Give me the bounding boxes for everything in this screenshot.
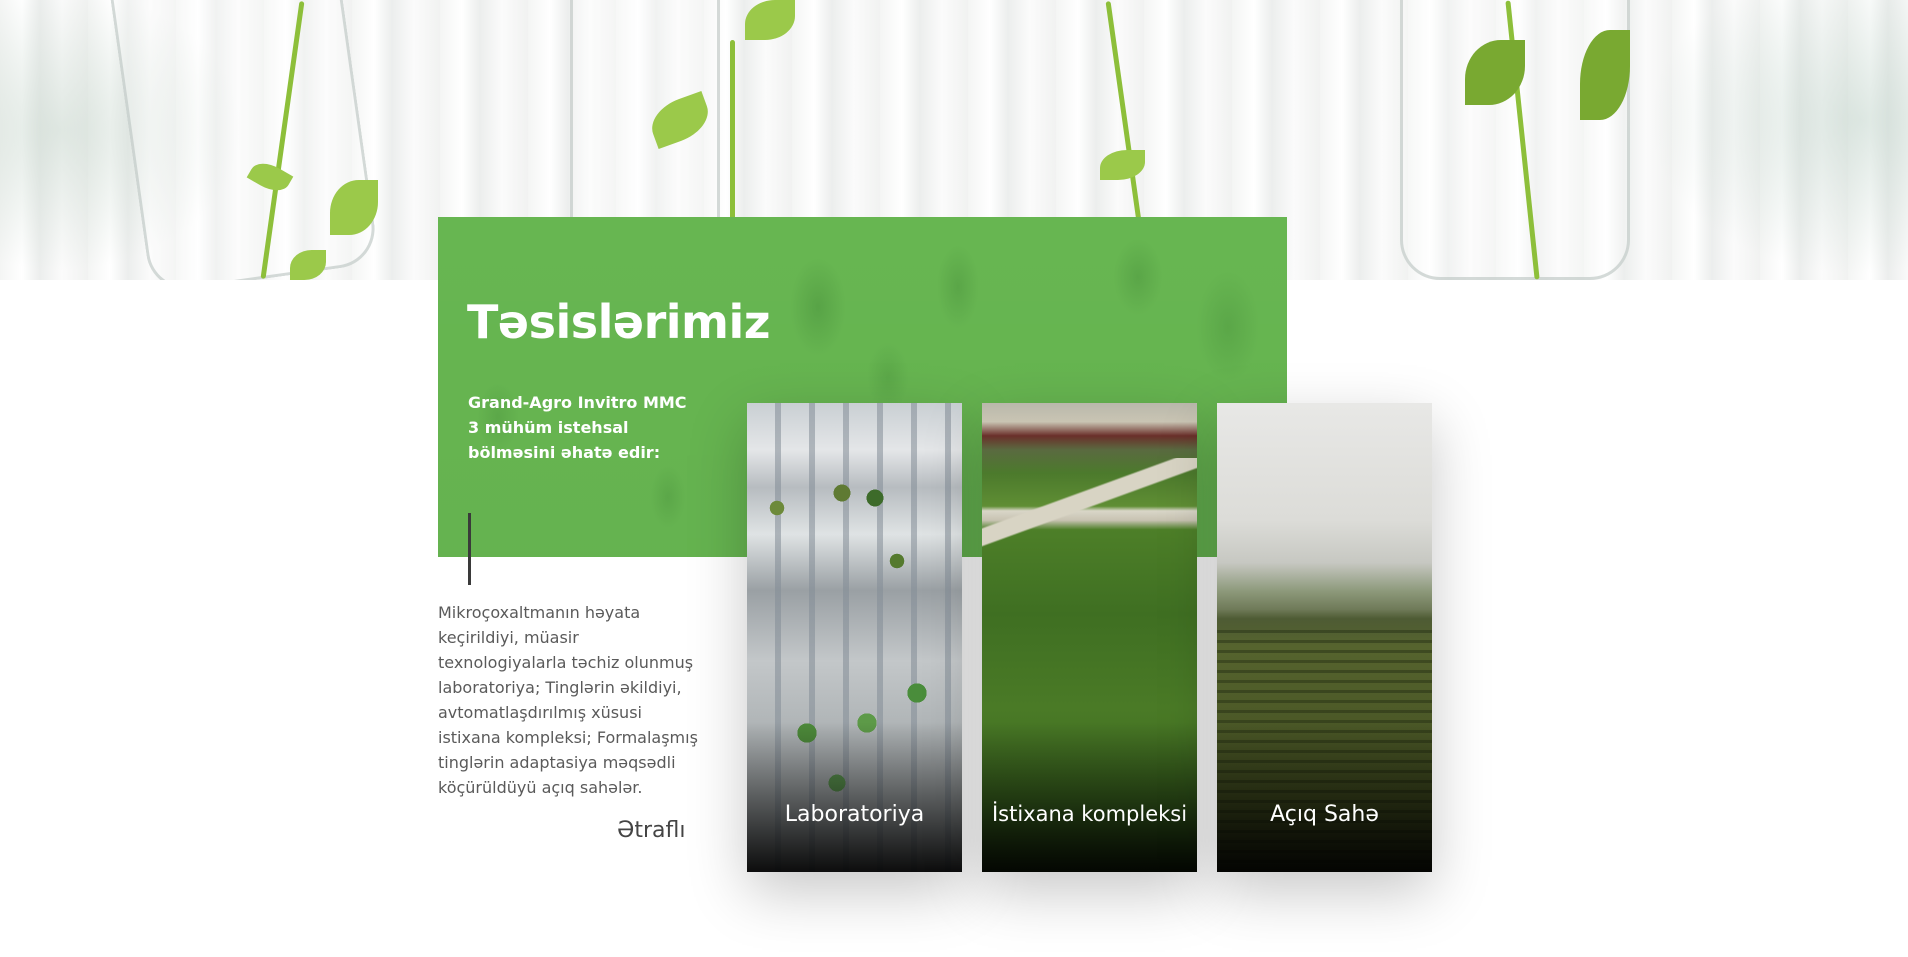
facility-card-open-field[interactable]: Açıq Sahə — [1217, 403, 1432, 872]
facility-card-laboratory[interactable]: Laboratoriya — [747, 403, 962, 872]
plant-leaf — [290, 250, 326, 280]
card-gradient — [747, 722, 962, 872]
card-gradient — [1217, 722, 1432, 872]
facility-card-greenhouse[interactable]: İstixana kompleksi — [982, 403, 1197, 872]
test-tube — [110, 0, 380, 280]
more-link[interactable]: Ətraflı — [617, 818, 685, 843]
section-subtitle: Grand-Agro Invitro MMC 3 mühüm istehsal … — [468, 393, 687, 462]
accent-divider — [468, 513, 471, 585]
card-label: Laboratoriya — [784, 802, 925, 827]
section-description: Mikroçoxaltmanın həyata keçirildiyi, müa… — [438, 603, 698, 797]
greenhouse-path — [982, 458, 1197, 578]
card-label: Açıq Sahə — [1270, 802, 1379, 827]
plant-leaf — [745, 0, 795, 40]
section-title: Təsislərimiz — [467, 295, 771, 349]
card-gradient — [982, 722, 1197, 872]
card-label: İstixana kompleksi — [991, 802, 1188, 826]
plant-leaf — [1100, 150, 1145, 180]
